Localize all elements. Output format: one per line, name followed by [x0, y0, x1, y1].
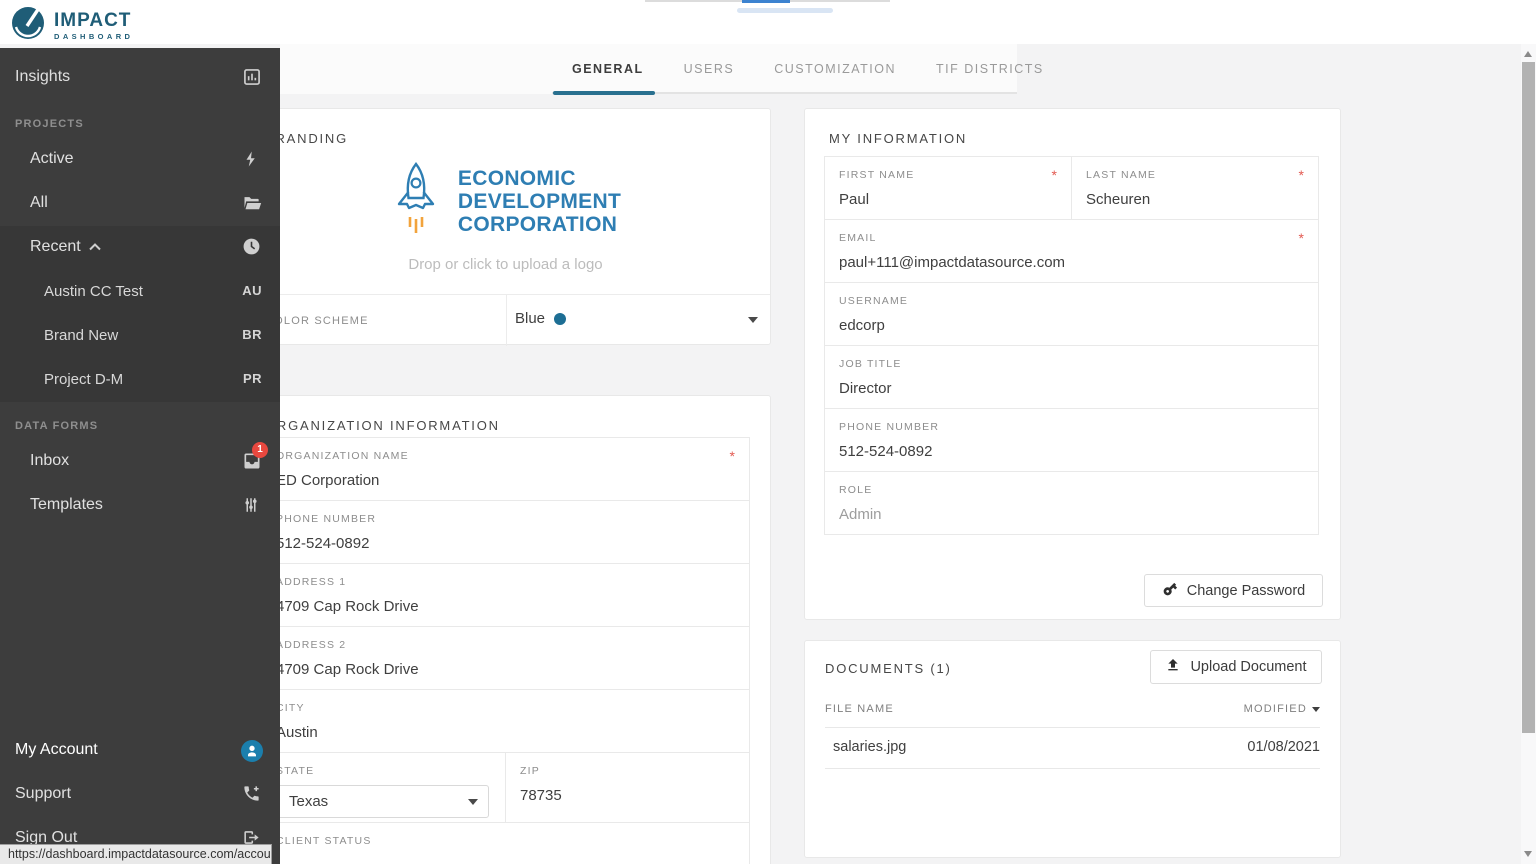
brand-title: IMPACT [54, 9, 132, 31]
field-zip[interactable]: ZIP 78735 [505, 753, 749, 822]
top-progress-indicator [742, 0, 790, 3]
org-logo-line3: CORPORATION [457, 213, 618, 236]
lightning-bolt-icon [242, 149, 262, 169]
required-asterisk: * [1298, 230, 1304, 246]
settings-tabs: GENERAL USERS CUSTOMIZATION TIF DISTRICT… [552, 44, 1064, 92]
documents-title: DOCUMENTS (1) [825, 661, 952, 676]
document-file-name: salaries.jpg [833, 739, 907, 755]
sidebar-project-austin-cc-test[interactable]: Austin CC Test AU [0, 276, 280, 308]
field-organization-name[interactable]: ORGANIZATION NAME ED Corporation * [261, 437, 750, 501]
sidebar: Insights PROJECTS Active All Recent Aust… [0, 48, 280, 864]
app-logo[interactable]: IMPACT DASHBOARD [10, 5, 133, 46]
tab-users[interactable]: USERS [664, 44, 755, 92]
sidebar-item-support[interactable]: Support [0, 779, 280, 811]
app-window: IMPACT DASHBOARD GENERAL USERS CUSTOMIZA… [0, 0, 1536, 864]
logo-dropzone[interactable]: ECONOMIC DEVELOPMENT CORPORATION [241, 161, 770, 242]
field-address-2[interactable]: ADDRESS 2 4709 Cap Rock Drive [261, 626, 750, 690]
upload-icon [1165, 657, 1190, 677]
color-scheme-label: COLOR SCHEME [265, 315, 369, 327]
rocket-logo-icon [390, 161, 442, 242]
document-modified-date: 01/08/2021 [1247, 739, 1320, 755]
field-last-name[interactable]: LAST NAME Scheuren * [1071, 157, 1318, 219]
vertical-scrollbar[interactable] [1521, 44, 1536, 864]
sidebar-item-insights[interactable]: Insights [0, 62, 280, 94]
field-org-phone[interactable]: PHONE NUMBER 512-524-0892 [261, 500, 750, 564]
tab-tif-districts[interactable]: TIF DISTRICTS [916, 44, 1064, 92]
inbox-notification-badge: 1 [252, 442, 268, 458]
document-row[interactable]: salaries.jpg 01/08/2021 [825, 728, 1320, 768]
gauge-logo-icon [10, 5, 46, 46]
org-logo-line2: DEVELOPMENT [457, 190, 622, 213]
field-address-1[interactable]: ADDRESS 1 4709 Cap Rock Drive [261, 563, 750, 627]
required-asterisk: * [1298, 167, 1304, 183]
sort-caret-icon [1312, 707, 1320, 712]
org-logo-line1: ECONOMIC [457, 167, 576, 190]
sidebar-item-recent[interactable]: Recent [0, 232, 280, 264]
field-client-status[interactable]: CLIENT STATUS [261, 822, 750, 864]
sidebar-item-active[interactable]: Active [0, 144, 280, 176]
upload-document-button[interactable]: Upload Document [1150, 650, 1322, 684]
field-city[interactable]: CITY Austin [261, 689, 750, 753]
sidebar-header-data-forms: DATA FORMS [15, 420, 99, 432]
chevron-down-icon [468, 799, 478, 805]
phone-support-icon [242, 784, 262, 804]
dropzone-hint: Drop or click to upload a logo [408, 256, 603, 273]
browser-status-url: https://dashboard.impactdatasource.com/a… [0, 844, 272, 864]
project-abbr-badge: AU [242, 283, 262, 298]
color-scheme-row: COLOR SCHEME Blue [241, 294, 770, 346]
my-information-title: MY INFORMATION [829, 131, 968, 146]
sliders-icon [242, 495, 262, 515]
state-select[interactable]: Texas [276, 785, 489, 818]
branding-card: BRANDING ECONOMIC DEVELOPMENT CORPORATIO… [240, 108, 771, 346]
top-header-band [0, 0, 1536, 44]
organization-title: ORGANIZATION INFORMATION [265, 418, 500, 433]
organization-card: ORGANIZATION INFORMATION ORGANIZATION NA… [240, 395, 771, 864]
tab-customization[interactable]: CUSTOMIZATION [754, 44, 916, 92]
column-header-file-name: FILE NAME [825, 703, 894, 715]
sidebar-header-projects: PROJECTS [15, 118, 84, 130]
clock-icon [242, 237, 262, 257]
folder-open-icon [242, 193, 262, 213]
chevron-down-icon[interactable] [748, 317, 758, 323]
user-avatar-icon[interactable] [241, 740, 263, 762]
required-asterisk: * [729, 448, 735, 464]
column-header-modified[interactable]: MODIFIED [1244, 703, 1320, 715]
tab-general[interactable]: GENERAL [552, 44, 664, 92]
color-scheme-select[interactable]: Blue [515, 310, 567, 327]
key-icon [1162, 581, 1187, 601]
bar-chart-icon [242, 67, 262, 87]
scroll-down-arrow-icon[interactable] [1524, 851, 1532, 857]
brand-subtitle: DASHBOARD [54, 31, 134, 41]
sidebar-item-inbox[interactable]: Inbox [0, 446, 280, 478]
field-first-name[interactable]: FIRST NAME Paul * [825, 157, 1071, 219]
scroll-up-arrow-icon[interactable] [1524, 51, 1532, 57]
top-progress-glow [737, 8, 833, 13]
project-abbr-badge: BR [242, 327, 262, 342]
chevron-up-icon [88, 238, 101, 256]
field-username[interactable]: USERNAME edcorp [824, 282, 1319, 346]
sidebar-project-d-m[interactable]: Project D-M PR [0, 364, 280, 396]
required-asterisk: * [1051, 167, 1057, 183]
sidebar-item-templates[interactable]: Templates [0, 490, 280, 522]
field-job-title[interactable]: JOB TITLE Director [824, 345, 1319, 409]
field-email[interactable]: EMAIL paul+111@impactdatasource.com * [824, 219, 1319, 283]
field-state: STATE Texas [262, 753, 505, 822]
sidebar-project-brand-new[interactable]: Brand New BR [0, 320, 280, 352]
documents-card: DOCUMENTS (1) Upload Document FILE NAME … [804, 640, 1341, 858]
color-swatch-dot [554, 312, 567, 325]
scrollbar-thumb[interactable] [1522, 62, 1535, 733]
sidebar-item-my-account[interactable]: My Account [0, 735, 280, 767]
field-phone-number[interactable]: PHONE NUMBER 512-524-0892 [824, 408, 1319, 472]
field-role: ROLE Admin [824, 471, 1319, 535]
sidebar-item-all[interactable]: All [0, 188, 280, 220]
change-password-button[interactable]: Change Password [1144, 574, 1323, 607]
project-abbr-badge: PR [242, 371, 262, 386]
my-information-card: MY INFORMATION FIRST NAME Paul * LAST NA… [804, 108, 1341, 620]
